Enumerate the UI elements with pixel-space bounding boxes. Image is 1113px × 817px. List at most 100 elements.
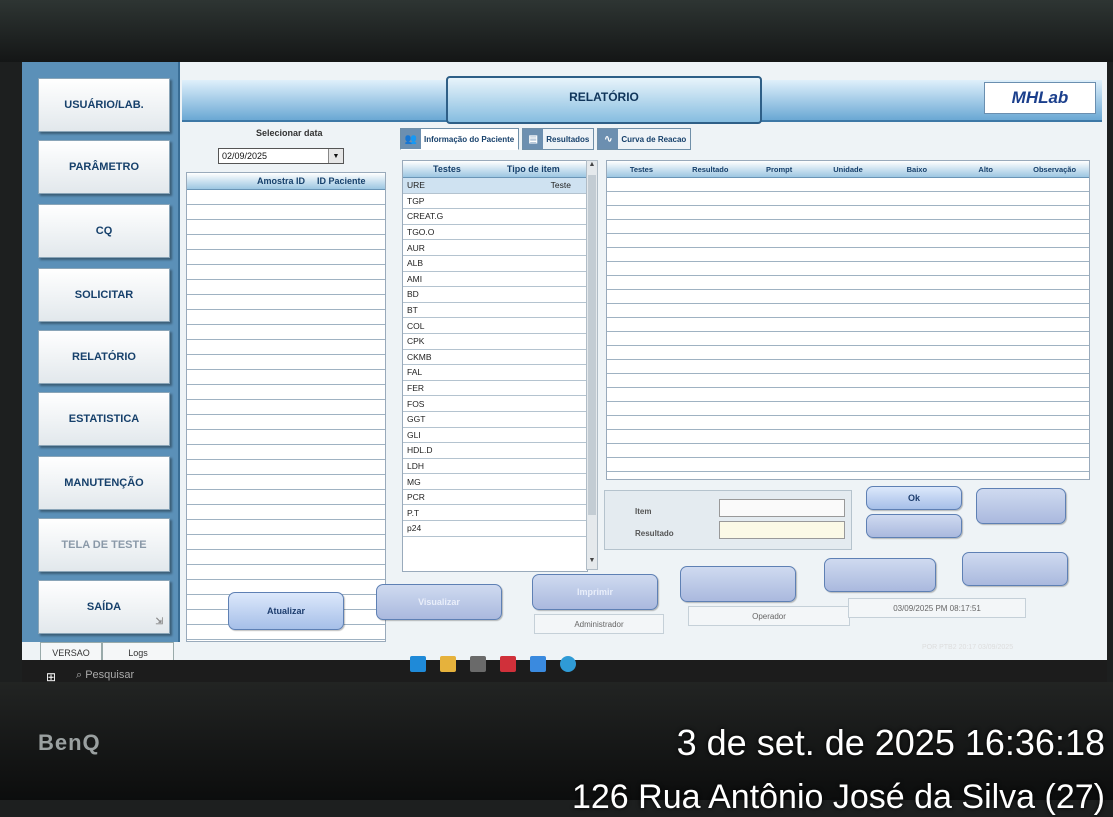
taskbar: ⊞ ⌕ Pesquisar POR PTB2 20:17 03/09/2025 <box>22 644 1107 682</box>
results-col-header[interactable]: Testes <box>607 165 676 174</box>
nav-label: USUÁRIO/LAB. <box>64 99 144 111</box>
results-col-header[interactable]: Alto <box>951 165 1020 174</box>
tests-scrollbar[interactable]: ▲ ▼ <box>586 160 598 570</box>
atualizar-button[interactable]: Atualizar <box>228 592 344 630</box>
test-name: CREAT.G <box>407 211 444 222</box>
nav-manutencao-button[interactable]: MANUTENÇÃO <box>38 456 170 510</box>
tab-resultados[interactable]: ▤ Resultados <box>522 128 595 150</box>
disabled-button[interactable] <box>680 566 796 602</box>
results-col-header[interactable]: Resultado <box>676 165 745 174</box>
test-row[interactable]: COL <box>403 318 587 334</box>
col-amostra-id[interactable]: Amostra ID <box>257 176 305 186</box>
system-tray[interactable]: POR PTB2 20:17 03/09/2025 <box>922 644 1013 651</box>
atualizar-label: Atualizar <box>266 606 305 616</box>
test-row[interactable]: CPK <box>403 334 587 350</box>
scroll-up-icon[interactable]: ▲ <box>587 161 597 173</box>
brand-logo: MHLab <box>984 82 1096 114</box>
nav-label: MANUTENÇÃO <box>64 477 144 489</box>
imprimir-button[interactable]: Imprimir <box>532 574 658 610</box>
test-row[interactable]: LDH <box>403 459 587 475</box>
test-row[interactable]: BD <box>403 287 587 303</box>
nav-cq-button[interactable]: CQ <box>38 204 170 258</box>
test-name: COL <box>407 320 425 331</box>
app-icon[interactable] <box>500 656 516 672</box>
results-table-body[interactable] <box>607 178 1089 479</box>
test-row[interactable]: BT <box>403 303 587 319</box>
test-name: FER <box>407 383 424 394</box>
test-tipo: Teste <box>550 180 571 191</box>
results-col-header[interactable]: Baixo <box>882 165 951 174</box>
results-col-header[interactable]: Unidade <box>814 165 883 174</box>
test-row[interactable]: GLI <box>403 428 587 444</box>
test-row[interactable]: MG <box>403 474 587 490</box>
test-row[interactable]: FER <box>403 381 587 397</box>
item-result-panel: Item Resultado <box>604 490 852 550</box>
samples-table-body[interactable] <box>187 190 385 641</box>
disabled-button[interactable] <box>824 558 936 592</box>
nav-tela-de-teste-button[interactable]: TELA DE TESTE <box>38 518 170 572</box>
chevron-down-icon[interactable]: ▼ <box>328 149 343 163</box>
results-col-header[interactable]: Prompt <box>745 165 814 174</box>
explorer-icon[interactable] <box>440 656 456 672</box>
globe-icon[interactable] <box>560 656 576 672</box>
col-id-paciente[interactable]: ID Paciente <box>317 176 366 186</box>
test-row[interactable]: AMI <box>403 272 587 288</box>
app-icon[interactable] <box>530 656 546 672</box>
nav-label: SAÍDA <box>86 601 122 613</box>
disabled-button[interactable] <box>962 552 1068 586</box>
test-row[interactable]: CREAT.G <box>403 209 587 225</box>
test-row[interactable]: URE Teste <box>403 178 587 194</box>
visualizar-button[interactable]: Visualizar <box>376 584 502 620</box>
taskbar-search[interactable]: ⌕ Pesquisar <box>76 669 134 682</box>
calculator-icon[interactable] <box>470 656 486 672</box>
nav-relatorio-button[interactable]: RELATÓRIO <box>38 330 170 384</box>
test-row[interactable]: p24 <box>403 521 587 537</box>
test-name: BT <box>407 305 418 316</box>
ok-button[interactable]: Ok <box>866 486 962 510</box>
date-filter-label: Selecionar data <box>256 128 323 138</box>
col-testes[interactable]: Testes <box>433 164 461 174</box>
item-field[interactable] <box>719 499 845 517</box>
scroll-down-icon[interactable]: ▼ <box>587 557 597 569</box>
nav-usuario-lab-button[interactable]: USUÁRIO/LAB. <box>38 78 170 132</box>
test-row[interactable]: ALB <box>403 256 587 272</box>
tab-curva-reacao[interactable]: ∿ Curva de Reacao <box>597 128 692 150</box>
nav-label: SOLICITAR <box>74 289 134 301</box>
nav-parametro-button[interactable]: PARÂMETRO <box>38 140 170 194</box>
results-table: Testes Resultado Prompt Unidade Baixo Alto Obs… <box>606 160 1090 480</box>
sidebar: USUÁRIO/LAB. PARÂMETRO CQ SOLICITAR RELA… <box>22 62 180 642</box>
nav-label: TELA DE TESTE <box>61 539 147 551</box>
test-row[interactable]: HDL.D <box>403 443 587 459</box>
tests-table-body: URE Teste TGP CREAT.G TGO.O AUR ALB AMI BD BT COL C… <box>403 178 587 537</box>
photo-timestamp: 3 de set. de 2025 16:36:18 <box>676 722 1105 763</box>
visualizar-label: Visualizar <box>418 597 460 607</box>
date-select[interactable]: 02/09/2025 ▼ <box>218 148 344 164</box>
test-row[interactable]: TGO.O <box>403 225 587 241</box>
nav-estatistica-button[interactable]: ESTATISTICA <box>38 392 170 446</box>
test-row[interactable]: PCR <box>403 490 587 506</box>
test-row[interactable]: FAL <box>403 365 587 381</box>
results-col-header[interactable]: Observação <box>1020 165 1089 174</box>
edge-icon[interactable] <box>410 656 426 672</box>
nav-solicitar-button[interactable]: SOLICITAR <box>38 268 170 322</box>
test-row[interactable]: AUR <box>403 240 587 256</box>
scrollbar-thumb[interactable] <box>588 175 596 515</box>
test-row[interactable]: FOS <box>403 396 587 412</box>
test-name: BD <box>407 289 419 300</box>
resultado-field[interactable] <box>719 521 845 539</box>
tab-informacao-paciente[interactable]: 👥 Informação do Paciente <box>400 128 520 150</box>
results-table-header: Testes Resultado Prompt Unidade Baixo Alto Obs… <box>607 161 1089 178</box>
nav-label: ESTATISTICA <box>68 413 140 425</box>
disabled-button[interactable] <box>866 514 962 538</box>
test-name: CKMB <box>407 351 432 362</box>
tab-label: Curva de Reacao <box>621 134 687 144</box>
windows-start-icon[interactable]: ⊞ <box>42 668 60 682</box>
test-row[interactable]: GGT <box>403 412 587 428</box>
test-row[interactable]: TGP <box>403 194 587 210</box>
tab-bar: 👥 Informação do Paciente ▤ Resultados ∿ Cur… <box>400 128 692 150</box>
col-tipo-item[interactable]: Tipo de item <box>507 164 560 174</box>
nav-saida-button[interactable]: SAÍDA ⇲ <box>38 580 170 634</box>
test-row[interactable]: P.T <box>403 505 587 522</box>
disabled-button[interactable] <box>976 488 1066 524</box>
test-row[interactable]: CKMB <box>403 350 587 366</box>
